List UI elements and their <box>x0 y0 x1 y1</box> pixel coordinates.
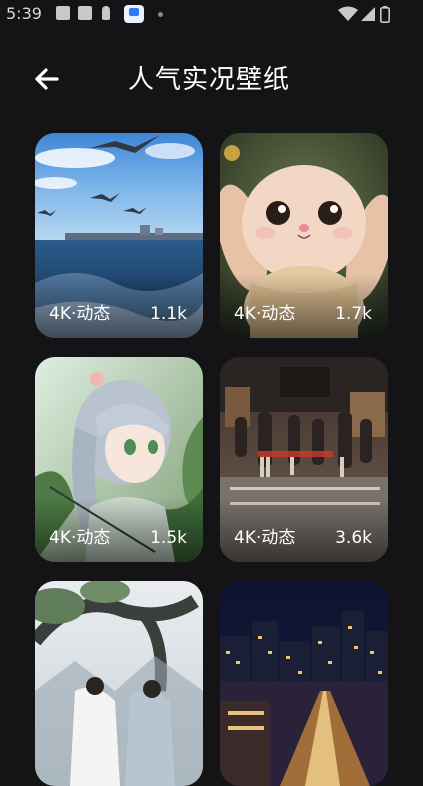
wallpaper-popularity-count: 1.1k <box>150 304 187 324</box>
wallpaper-thumbnail-ancient-style <box>35 581 203 786</box>
more-notifications-icon <box>158 12 163 17</box>
page-title: 人气实况壁纸 <box>128 65 291 95</box>
wallpaper-type-label: 4K·动态 <box>49 528 111 548</box>
wallpaper-card-seaside[interactable]: 4K·动态 1.1k <box>35 133 203 338</box>
wallpaper-type-label: 4K·动态 <box>234 528 296 548</box>
wallpaper-popularity-count: 3.6k <box>335 528 372 548</box>
cellular-signal-icon <box>361 7 375 21</box>
app-notification-icon <box>78 6 92 20</box>
wallpaper-type-label: 4K·动态 <box>234 304 296 324</box>
wallpaper-popularity-count: 1.7k <box>335 304 372 324</box>
wallpaper-card-anime-girl[interactable]: 4K·动态 1.5k <box>35 357 203 562</box>
app-badge-icon <box>124 5 144 23</box>
wifi-icon <box>338 6 358 21</box>
wallpaper-card-street[interactable]: 4K·动态 3.6k <box>220 357 388 562</box>
battery-icon <box>380 6 390 23</box>
gallery-notification-icon <box>56 6 70 20</box>
usb-notification-icon <box>102 6 110 20</box>
wallpaper-popularity-count: 1.5k <box>150 528 187 548</box>
status-time: 5:39 <box>6 4 42 23</box>
wallpaper-card-bunny[interactable]: 4K·动态 1.7k <box>220 133 388 338</box>
back-arrow-icon <box>35 68 59 90</box>
top-app-bar: 人气实况壁纸 <box>0 55 423 107</box>
wallpaper-card-ancient-style[interactable] <box>35 581 203 786</box>
wallpaper-type-label: 4K·动态 <box>49 304 111 324</box>
wallpaper-thumbnail-city-night <box>220 581 388 786</box>
back-button[interactable] <box>30 63 66 95</box>
wallpaper-card-city-night[interactable] <box>220 581 388 786</box>
status-bar: 5:39 <box>0 0 423 30</box>
